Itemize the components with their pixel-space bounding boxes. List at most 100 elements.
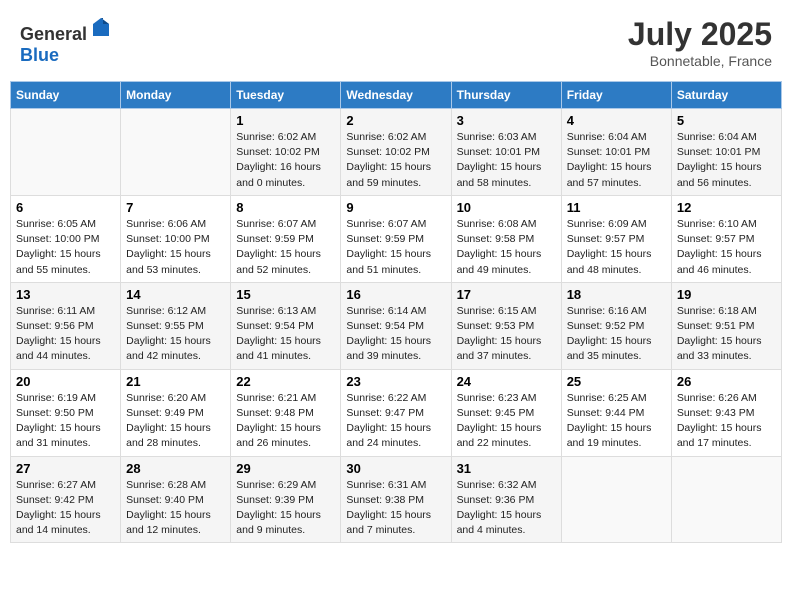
calendar-table: SundayMondayTuesdayWednesdayThursdayFrid… xyxy=(10,81,782,543)
weekday-header-monday: Monday xyxy=(121,82,231,109)
day-number: 29 xyxy=(236,461,335,476)
calendar-cell: 10 Sunrise: 6:08 AM Sunset: 9:58 PM Dayli… xyxy=(451,195,561,282)
calendar-cell: 6Sunrise: 6:05 AM Sunset: 10:00 PM Dayli… xyxy=(11,195,121,282)
day-info: Sunrise: 6:22 AM Sunset: 9:47 PM Dayligh… xyxy=(346,391,445,452)
day-number: 1 xyxy=(236,113,335,128)
day-number: 11 xyxy=(567,200,666,215)
day-info: Sunrise: 6:18 AM Sunset: 9:51 PM Dayligh… xyxy=(677,304,776,365)
logo-blue: Blue xyxy=(20,45,59,65)
calendar-cell: 3 Sunrise: 6:03 AM Sunset: 10:01 PM Dayli… xyxy=(451,109,561,196)
day-info: Sunrise: 6:02 AM Sunset: 10:02 PM Daylig… xyxy=(236,130,335,191)
logo-general: General xyxy=(20,24,87,44)
weekday-header-wednesday: Wednesday xyxy=(341,82,451,109)
calendar-cell: 11 Sunrise: 6:09 AM Sunset: 9:57 PM Dayli… xyxy=(561,195,671,282)
calendar-cell: 15 Sunrise: 6:13 AM Sunset: 9:54 PM Dayli… xyxy=(231,282,341,369)
logo: General Blue xyxy=(20,16,113,66)
calendar-cell: 22 Sunrise: 6:21 AM Sunset: 9:48 PM Dayli… xyxy=(231,369,341,456)
calendar-cell: 23 Sunrise: 6:22 AM Sunset: 9:47 PM Dayli… xyxy=(341,369,451,456)
day-info: Sunrise: 6:15 AM Sunset: 9:53 PM Dayligh… xyxy=(457,304,556,365)
day-number: 7 xyxy=(126,200,225,215)
day-info: Sunrise: 6:25 AM Sunset: 9:44 PM Dayligh… xyxy=(567,391,666,452)
calendar-cell: 8 Sunrise: 6:07 AM Sunset: 9:59 PM Daylig… xyxy=(231,195,341,282)
calendar-cell: 18 Sunrise: 6:16 AM Sunset: 9:52 PM Dayli… xyxy=(561,282,671,369)
day-info: Sunrise: 6:07 AM Sunset: 9:59 PM Dayligh… xyxy=(346,217,445,278)
calendar-week-row: 1 Sunrise: 6:02 AM Sunset: 10:02 PM Dayli… xyxy=(11,109,782,196)
calendar-cell: 31 Sunrise: 6:32 AM Sunset: 9:36 PM Dayli… xyxy=(451,456,561,543)
weekday-header-tuesday: Tuesday xyxy=(231,82,341,109)
calendar-cell xyxy=(561,456,671,543)
day-info: Sunrise: 6:04 AM Sunset: 10:01 PM Daylig… xyxy=(567,130,666,191)
day-number: 18 xyxy=(567,287,666,302)
day-info: Sunrise: 6:09 AM Sunset: 9:57 PM Dayligh… xyxy=(567,217,666,278)
month-year-title: July 2025 xyxy=(628,16,772,53)
day-number: 24 xyxy=(457,374,556,389)
calendar-cell: 19 Sunrise: 6:18 AM Sunset: 9:51 PM Dayli… xyxy=(671,282,781,369)
calendar-week-row: 27 Sunrise: 6:27 AM Sunset: 9:42 PM Dayli… xyxy=(11,456,782,543)
calendar-cell: 4 Sunrise: 6:04 AM Sunset: 10:01 PM Dayli… xyxy=(561,109,671,196)
calendar-cell: 25 Sunrise: 6:25 AM Sunset: 9:44 PM Dayli… xyxy=(561,369,671,456)
page-header: General Blue July 2025 Bonnetable, Franc… xyxy=(10,10,782,75)
calendar-cell: 7 Sunrise: 6:06 AM Sunset: 10:00 PM Dayli… xyxy=(121,195,231,282)
day-number: 23 xyxy=(346,374,445,389)
day-info: Sunrise: 6:19 AM Sunset: 9:50 PM Dayligh… xyxy=(16,391,115,452)
day-info: Sunrise: 6:03 AM Sunset: 10:01 PM Daylig… xyxy=(457,130,556,191)
day-number: 22 xyxy=(236,374,335,389)
title-block: July 2025 Bonnetable, France xyxy=(628,16,772,69)
calendar-cell xyxy=(11,109,121,196)
day-number: 3 xyxy=(457,113,556,128)
day-info: Sunrise: 6:16 AM Sunset: 9:52 PM Dayligh… xyxy=(567,304,666,365)
day-number: 27 xyxy=(16,461,115,476)
weekday-header-sunday: Sunday xyxy=(11,82,121,109)
day-info: Sunrise: 6:08 AM Sunset: 9:58 PM Dayligh… xyxy=(457,217,556,278)
calendar-cell: 21 Sunrise: 6:20 AM Sunset: 9:49 PM Dayli… xyxy=(121,369,231,456)
day-info: Sunrise: 6:23 AM Sunset: 9:45 PM Dayligh… xyxy=(457,391,556,452)
day-number: 28 xyxy=(126,461,225,476)
calendar-week-row: 13Sunrise: 6:11 AM Sunset: 9:56 PM Dayli… xyxy=(11,282,782,369)
calendar-cell: 24 Sunrise: 6:23 AM Sunset: 9:45 PM Dayli… xyxy=(451,369,561,456)
calendar-cell: 30Sunrise: 6:31 AM Sunset: 9:38 PM Dayli… xyxy=(341,456,451,543)
location-subtitle: Bonnetable, France xyxy=(628,53,772,69)
weekday-header-row: SundayMondayTuesdayWednesdayThursdayFrid… xyxy=(11,82,782,109)
day-info: Sunrise: 6:28 AM Sunset: 9:40 PM Dayligh… xyxy=(126,478,225,539)
day-info: Sunrise: 6:21 AM Sunset: 9:48 PM Dayligh… xyxy=(236,391,335,452)
calendar-cell: 2Sunrise: 6:02 AM Sunset: 10:02 PM Dayli… xyxy=(341,109,451,196)
calendar-cell: 14Sunrise: 6:12 AM Sunset: 9:55 PM Dayli… xyxy=(121,282,231,369)
logo-wordmark: General Blue xyxy=(20,16,113,66)
day-number: 19 xyxy=(677,287,776,302)
day-info: Sunrise: 6:31 AM Sunset: 9:38 PM Dayligh… xyxy=(346,478,445,539)
day-number: 17 xyxy=(457,287,556,302)
day-number: 26 xyxy=(677,374,776,389)
day-number: 6 xyxy=(16,200,115,215)
calendar-cell: 27 Sunrise: 6:27 AM Sunset: 9:42 PM Dayli… xyxy=(11,456,121,543)
day-info: Sunrise: 6:27 AM Sunset: 9:42 PM Dayligh… xyxy=(16,478,115,539)
day-number: 8 xyxy=(236,200,335,215)
day-info: Sunrise: 6:13 AM Sunset: 9:54 PM Dayligh… xyxy=(236,304,335,365)
day-number: 12 xyxy=(677,200,776,215)
day-number: 16 xyxy=(346,287,445,302)
day-number: 4 xyxy=(567,113,666,128)
calendar-cell xyxy=(671,456,781,543)
day-info: Sunrise: 6:32 AM Sunset: 9:36 PM Dayligh… xyxy=(457,478,556,539)
calendar-cell: 9Sunrise: 6:07 AM Sunset: 9:59 PM Daylig… xyxy=(341,195,451,282)
day-info: Sunrise: 6:14 AM Sunset: 9:54 PM Dayligh… xyxy=(346,304,445,365)
day-number: 14 xyxy=(126,287,225,302)
day-info: Sunrise: 6:06 AM Sunset: 10:00 PM Daylig… xyxy=(126,217,225,278)
day-number: 31 xyxy=(457,461,556,476)
day-number: 25 xyxy=(567,374,666,389)
day-info: Sunrise: 6:07 AM Sunset: 9:59 PM Dayligh… xyxy=(236,217,335,278)
weekday-header-thursday: Thursday xyxy=(451,82,561,109)
day-number: 5 xyxy=(677,113,776,128)
weekday-header-friday: Friday xyxy=(561,82,671,109)
calendar-week-row: 20Sunrise: 6:19 AM Sunset: 9:50 PM Dayli… xyxy=(11,369,782,456)
day-number: 15 xyxy=(236,287,335,302)
calendar-cell: 16 Sunrise: 6:14 AM Sunset: 9:54 PM Dayli… xyxy=(341,282,451,369)
calendar-cell xyxy=(121,109,231,196)
weekday-header-saturday: Saturday xyxy=(671,82,781,109)
day-number: 21 xyxy=(126,374,225,389)
day-info: Sunrise: 6:20 AM Sunset: 9:49 PM Dayligh… xyxy=(126,391,225,452)
logo-icon xyxy=(89,16,113,40)
calendar-cell: 12Sunrise: 6:10 AM Sunset: 9:57 PM Dayli… xyxy=(671,195,781,282)
day-number: 2 xyxy=(346,113,445,128)
day-number: 10 xyxy=(457,200,556,215)
day-info: Sunrise: 6:04 AM Sunset: 10:01 PM Daylig… xyxy=(677,130,776,191)
